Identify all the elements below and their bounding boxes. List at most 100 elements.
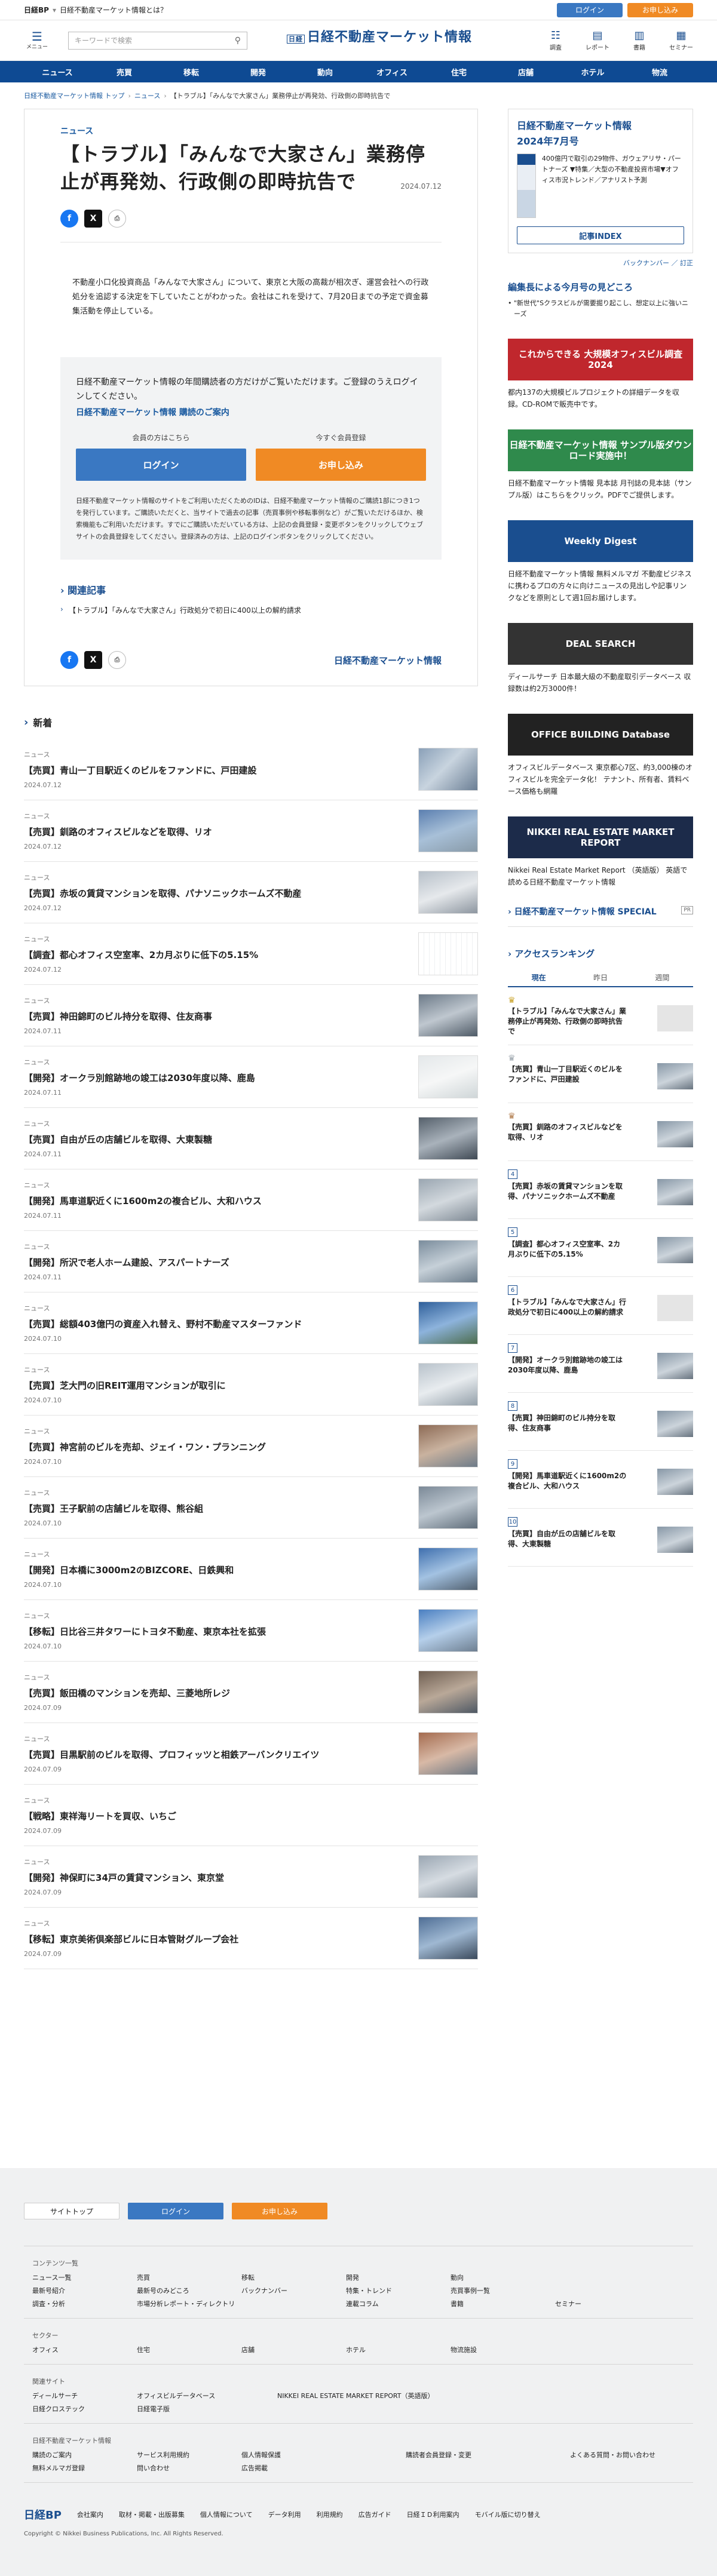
news-item[interactable]: ニュース 【売買】自由が丘の店舗ビルを取得、大東製糖 2024.07.11 (24, 1108, 478, 1169)
ranking-title[interactable]: 【売買】赤坂の賃貸マンションを取得、パナソニックホームズ不動産 (508, 1181, 627, 1202)
news-thumbnail[interactable] (418, 1855, 478, 1898)
menu-button[interactable]: ☰ メニュー (24, 30, 50, 50)
news-thumbnail[interactable] (418, 1609, 478, 1652)
news-thumbnail[interactable] (418, 1548, 478, 1591)
footer-link[interactable]: 問い合わせ (137, 2463, 241, 2473)
about-link[interactable]: 日経不動産マーケット情報とは？ (60, 5, 167, 15)
breadcrumb-top[interactable]: 日経不動産マーケット情報 トップ (24, 91, 125, 100)
ranking-item[interactable]: 5 【調査】都心オフィス空室率、2カ月ぶりに低下の5.15% (508, 1219, 693, 1277)
news-title[interactable]: 【売買】飯田橋のマンションを売却、三菱地所レジ (24, 1687, 230, 1699)
promo-banner[interactable]: これからできる 大規模オフィスビル調査2024 (508, 339, 693, 380)
news-item[interactable]: ニュース 【売買】釧路のオフィスビルなどを取得、リオ 2024.07.12 (24, 800, 478, 862)
news-thumbnail[interactable] (418, 1178, 478, 1221)
sidebar-promo[interactable]: OFFICE BUILDING Database オフィスビルデータベース 東京都… (508, 714, 693, 797)
news-thumbnail[interactable] (418, 994, 478, 1037)
nav-office[interactable]: オフィス (358, 61, 425, 82)
news-title[interactable]: 【開発】日本橋に3000m2のBIZCORE、日鉄興和 (24, 1564, 234, 1576)
news-title[interactable]: 【売買】総額403億円の資産入れ替え、野村不動産マスターファンド (24, 1318, 302, 1330)
news-thumbnail[interactable] (418, 1240, 478, 1283)
ranking-item[interactable]: ♛ 【売買】青山一丁目駅近くのビルをファンドに、戸田建設 (508, 1045, 693, 1103)
news-item[interactable]: ニュース 【開発】所沢で老人ホーム建設、アスパートナーズ 2024.07.11 (24, 1231, 478, 1292)
search-input[interactable]: キーワードで検索 ⚲ (68, 31, 247, 50)
x-icon[interactable]: X (84, 210, 102, 228)
nav-retail[interactable]: 店舗 (492, 61, 559, 82)
ranking-thumbnail[interactable] (657, 1353, 693, 1379)
sidebar-promo[interactable]: Weekly Digest 日経不動産マーケット情報 無料メルマガ 不動産ビジネス… (508, 520, 693, 604)
footer-link[interactable]: 市場分析レポート・ディレクトリ (137, 2299, 241, 2308)
footer-bottom-link[interactable]: 個人情報について (200, 2510, 253, 2519)
news-title[interactable]: 【売買】自由が丘の店舗ビルを取得、大東製糖 (24, 1133, 212, 1146)
backnumber-link[interactable]: バックナンバー ／ 訂正 (508, 258, 693, 268)
footer-link[interactable]: 物流施設 (451, 2345, 555, 2354)
nav-trend[interactable]: 動向 (292, 61, 358, 82)
related-article-link[interactable]: 【トラブル】「みんなで大家さん」行政処分で初日に400以上の解約請求 (60, 605, 442, 615)
news-item[interactable]: ニュース 【売買】赤坂の賃貸マンションを取得、パナソニックホームズ不動産 2024.… (24, 862, 478, 923)
ranking-title[interactable]: 【開発】馬車道駅近くに1600m2の複合ビル、大和ハウス (508, 1471, 627, 1491)
news-thumbnail[interactable] (418, 809, 478, 852)
apply-button[interactable]: お申し込み (627, 2, 693, 17)
editor-picks-item[interactable]: "新世代"Sクラスビルが需要掘り起こし、想定以上に強いニーズ (508, 298, 693, 320)
ranking-title[interactable]: 【売買】自由が丘の店舗ビルを取得、大東製糖 (508, 1529, 627, 1549)
news-thumbnail[interactable] (418, 1117, 478, 1160)
breadcrumb-news[interactable]: ニュース (134, 91, 160, 100)
news-item[interactable]: ニュース 【売買】総額403億円の資産入れ替え、野村不動産マスターファンド 2024… (24, 1292, 478, 1354)
footer-link[interactable]: オフィスビルデータベース (137, 2391, 277, 2400)
ranking-item[interactable]: 8 【売買】神田錦町のビル持分を取得、住友商事 (508, 1393, 693, 1451)
ranking-item[interactable]: 6 【トラブル】「みんなで大家さん」行政処分で初日に400以上の解約請求 (508, 1277, 693, 1335)
ranking-title[interactable]: 【開発】オークラ別館跡地の竣工は2030年度以降、鹿島 (508, 1355, 627, 1375)
footer-login-button[interactable]: ログイン (128, 2203, 223, 2219)
promo-banner[interactable]: NIKKEI REAL ESTATE MARKET REPORT (508, 816, 693, 858)
footer-link[interactable]: 売買 (137, 2273, 241, 2282)
ranking-thumbnail[interactable] (657, 1237, 693, 1263)
news-item[interactable]: ニュース 【開発】神保町に34戸の賃貸マンション、東京堂 2024.07.09 (24, 1846, 478, 1908)
ranking-thumbnail[interactable] (657, 1121, 693, 1147)
footer-bottom-link[interactable]: データ利用 (268, 2510, 301, 2519)
special-link[interactable]: › 日経不動産マーケット情報 SPECIAL PR (508, 906, 693, 927)
news-title[interactable]: 【売買】神宮前のビルを売却、ジェイ・ワン・プランニング (24, 1441, 266, 1453)
footer-link[interactable]: 住宅 (137, 2345, 241, 2354)
footer-bottom-link[interactable]: 会社案内 (77, 2510, 103, 2519)
ranking-item[interactable]: ♛ 【売買】釧路のオフィスビルなどを取得、リオ (508, 1103, 693, 1161)
promo-banner[interactable]: OFFICE BUILDING Database (508, 714, 693, 756)
footer-bottom-link[interactable]: モバイル版に切り替え (475, 2510, 541, 2519)
news-item[interactable]: ニュース 【移転】東京美術倶楽部ビルに日本管財グループ会社 2024.07.09 (24, 1908, 478, 1969)
nav-trade[interactable]: 売買 (91, 61, 158, 82)
nav-housing[interactable]: 住宅 (425, 61, 492, 82)
nikkei-bp-footer-logo[interactable]: 日経BP (24, 2507, 62, 2522)
article-category[interactable]: ニュース (60, 125, 442, 137)
news-item[interactable]: ニュース 【調査】都心オフィス空室率、2カ月ぶりに低下の5.15% 2024.07.… (24, 923, 478, 985)
news-title[interactable]: 【開発】馬車道駅近くに1600m2の複合ビル、大和ハウス (24, 1195, 262, 1207)
footer-link[interactable]: 購読者会員登録・変更 (406, 2450, 570, 2460)
footer-top-button[interactable]: サイトトップ (24, 2203, 120, 2219)
news-thumbnail[interactable] (418, 932, 478, 975)
news-thumbnail[interactable] (418, 1671, 478, 1714)
seminar-icon-link[interactable]: ▦ セミナー (669, 29, 693, 51)
tab-now[interactable]: 現在 (508, 968, 569, 986)
footer-bottom-link[interactable]: 利用規約 (317, 2510, 343, 2519)
news-title[interactable]: 【売買】王子駅前の店舗ビルを取得、熊谷組 (24, 1502, 203, 1515)
promo-banner[interactable]: 日経不動産マーケット情報 サンプル版ダウンロード実施中！ (508, 429, 693, 471)
news-item[interactable]: ニュース 【開発】馬車道駅近くに1600m2の複合ビル、大和ハウス 2024.07.… (24, 1169, 478, 1231)
paywall-apply-button[interactable]: お申し込み (256, 449, 426, 481)
footer-link[interactable]: 購読のご案内 (32, 2450, 137, 2460)
news-item[interactable]: ニュース 【売買】神田錦町のビル持分を取得、住友商事 2024.07.11 (24, 985, 478, 1046)
survey-icon-link[interactable]: ☷ 調査 (544, 29, 568, 51)
ranking-thumbnail[interactable] (657, 1411, 693, 1437)
ranking-thumbnail[interactable] (657, 1005, 693, 1031)
footer-link[interactable]: ディールサーチ (32, 2391, 137, 2400)
footer-bottom-link[interactable]: 日経ＩＤ利用案内 (407, 2510, 459, 2519)
paywall-login-button[interactable]: ログイン (76, 449, 246, 481)
news-thumbnail[interactable] (418, 748, 478, 791)
nav-move[interactable]: 移転 (158, 61, 225, 82)
news-item[interactable]: ニュース 【売買】芝大門の旧REIT運用マンションが取引に 2024.07.10 (24, 1354, 478, 1416)
nav-develop[interactable]: 開発 (225, 61, 292, 82)
facebook-icon[interactable]: f (60, 651, 78, 669)
promo-banner[interactable]: Weekly Digest (508, 520, 693, 562)
footer-link[interactable]: 店舗 (241, 2345, 346, 2354)
news-title[interactable]: 【開発】神保町に34戸の賃貸マンション、東京堂 (24, 1871, 224, 1884)
footer-link[interactable]: ニュース一覧 (32, 2273, 137, 2282)
sidebar-promo[interactable]: NIKKEI REAL ESTATE MARKET REPORT Nikkei R… (508, 816, 693, 888)
footer-link[interactable]: 個人情報保護 (241, 2450, 406, 2460)
book-icon-link[interactable]: ▥ 書籍 (627, 29, 651, 51)
footer-link[interactable]: サービス利用規約 (137, 2450, 241, 2460)
